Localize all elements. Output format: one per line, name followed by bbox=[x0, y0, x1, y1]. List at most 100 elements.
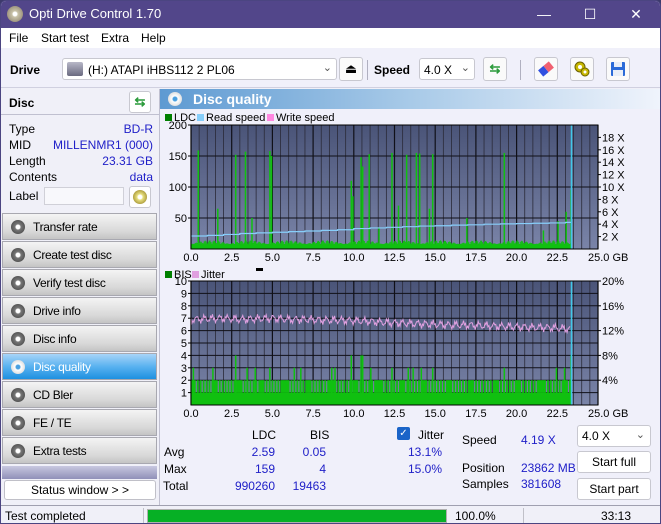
disc-label-button[interactable] bbox=[129, 186, 151, 208]
disc-length-row: Length 23.31 GB bbox=[9, 154, 153, 170]
ldc-bar bbox=[276, 241, 278, 245]
ldc-bar bbox=[296, 242, 298, 245]
ldc-bar bbox=[440, 240, 442, 245]
progress-fill bbox=[148, 510, 446, 522]
ldc-bar bbox=[498, 243, 500, 245]
ldc-bar bbox=[214, 241, 216, 245]
nav-create-test-disc[interactable]: Create test disc bbox=[2, 241, 157, 268]
disc-refresh-button[interactable]: ⇆ bbox=[129, 91, 151, 113]
ldc-bar bbox=[506, 242, 508, 245]
ldc-bar bbox=[240, 240, 242, 245]
disc-icon bbox=[11, 360, 25, 374]
app-logo-icon bbox=[7, 6, 23, 22]
ldc-bar bbox=[553, 240, 555, 245]
nav-disc-info[interactable]: Disc info bbox=[2, 325, 157, 352]
ldc-spike bbox=[405, 154, 408, 249]
ldc-bar bbox=[208, 240, 210, 245]
bis-bar bbox=[464, 380, 467, 393]
ldc-bar bbox=[462, 242, 464, 245]
ldc-bar bbox=[511, 241, 513, 245]
bis-bar bbox=[396, 380, 398, 393]
eject-button[interactable]: ⏏ bbox=[339, 57, 363, 81]
nav-verify-test-disc[interactable]: Verify test disc bbox=[2, 269, 157, 296]
x-tick-label: 15.0 bbox=[424, 252, 445, 264]
x-tick-label: 22.5 bbox=[547, 408, 568, 420]
ldc-bar bbox=[219, 242, 221, 245]
ldc-bar bbox=[450, 243, 452, 245]
bis-spike bbox=[420, 367, 423, 405]
bis-bar bbox=[511, 380, 514, 393]
ldc-bar bbox=[401, 242, 403, 245]
bis-bar bbox=[199, 380, 202, 393]
bis-bar bbox=[478, 380, 480, 393]
nav-cd-bler[interactable]: CD Bler bbox=[2, 381, 157, 408]
ldc-bar bbox=[293, 242, 295, 245]
nav-extra-tests[interactable]: Extra tests bbox=[2, 437, 157, 464]
ldc-bar bbox=[334, 242, 336, 245]
x-tick-label: 7.5 bbox=[305, 408, 320, 420]
speed-select[interactable]: 4.0 X ⌄ bbox=[419, 58, 475, 80]
jitter-checkbox[interactable]: ✓ bbox=[397, 427, 410, 440]
ldc-bar bbox=[434, 241, 436, 245]
max-label: Max bbox=[164, 462, 187, 476]
close-button[interactable]: ✕ bbox=[613, 1, 659, 28]
menu-help[interactable]: Help bbox=[141, 31, 166, 45]
test-speed-select[interactable]: 4.0 X ⌄ bbox=[577, 425, 651, 447]
ldc-bar bbox=[326, 240, 328, 245]
status-divider bbox=[523, 508, 524, 523]
menu-file[interactable]: File bbox=[9, 31, 28, 45]
legend-write-speed: Write speed bbox=[276, 112, 335, 124]
disc-label-input[interactable] bbox=[44, 187, 124, 205]
ldc-chart: LDC Read speed Write speed 0.0 2.5 5.0 7.5 1… bbox=[165, 112, 628, 264]
ldc-bar bbox=[443, 242, 445, 245]
bis-bar bbox=[415, 380, 417, 393]
nav-disc-quality[interactable]: Disc quality bbox=[2, 353, 157, 380]
ldc-bar bbox=[287, 242, 289, 245]
ldc-bar bbox=[325, 241, 327, 245]
ldc-bar bbox=[300, 242, 302, 245]
erase-button[interactable] bbox=[534, 57, 558, 81]
nav-drive-info[interactable]: Drive info bbox=[2, 297, 157, 324]
refresh-icon: ⇆ bbox=[134, 94, 146, 109]
ldc-bar bbox=[194, 242, 196, 245]
ldc-bar bbox=[215, 242, 217, 245]
save-button[interactable] bbox=[606, 57, 630, 81]
bis-bar bbox=[425, 380, 428, 393]
disc-mid-row: MID MILLENMR1 (000) bbox=[9, 138, 153, 154]
settings-button[interactable] bbox=[570, 57, 594, 81]
bis-spike bbox=[360, 355, 362, 405]
ldc-bar bbox=[427, 242, 429, 245]
ldc-bar bbox=[530, 243, 532, 245]
y-tick-label: 8 bbox=[181, 301, 187, 313]
disc-header: Disc ⇆ bbox=[1, 89, 159, 115]
bis-spike bbox=[412, 367, 414, 405]
ldc-bar bbox=[514, 243, 516, 245]
status-divider bbox=[143, 508, 144, 523]
x-tick-label: 22.5 bbox=[547, 252, 568, 264]
maximize-button[interactable]: ☐ bbox=[567, 1, 613, 28]
start-part-button[interactable]: Start part bbox=[577, 478, 651, 500]
minimize-button[interactable]: — bbox=[521, 1, 567, 28]
drive-icon bbox=[67, 62, 83, 76]
menu-start-test[interactable]: Start test bbox=[41, 31, 89, 45]
speed-label: Speed bbox=[462, 433, 497, 447]
ldc-bar bbox=[223, 242, 225, 245]
nav-transfer-rate[interactable]: Transfer rate bbox=[2, 213, 157, 240]
start-full-button[interactable]: Start full bbox=[577, 451, 651, 473]
nav-fe-te[interactable]: FE / TE bbox=[2, 409, 157, 436]
status-window-button[interactable]: Status window > > bbox=[4, 480, 156, 500]
title-bar: Opti Drive Control 1.70 — ☐ ✕ bbox=[1, 1, 660, 28]
disc-icon bbox=[11, 276, 25, 290]
ldc-bar bbox=[488, 242, 490, 245]
bis-bar bbox=[193, 380, 196, 393]
ldc-spike bbox=[360, 157, 362, 249]
bis-bar bbox=[302, 380, 305, 393]
ldc-bar bbox=[478, 243, 480, 245]
drive-select[interactable]: (H:) ATAPI iHBS112 2 PL06 ⌄ bbox=[62, 58, 337, 80]
bis-bar bbox=[522, 380, 524, 393]
menu-extra[interactable]: Extra bbox=[101, 31, 129, 45]
ldc-baseline bbox=[191, 244, 571, 249]
position-label: Position bbox=[462, 461, 505, 475]
ldc-bar bbox=[212, 241, 214, 245]
refresh-button[interactable]: ⇆ bbox=[483, 57, 507, 81]
